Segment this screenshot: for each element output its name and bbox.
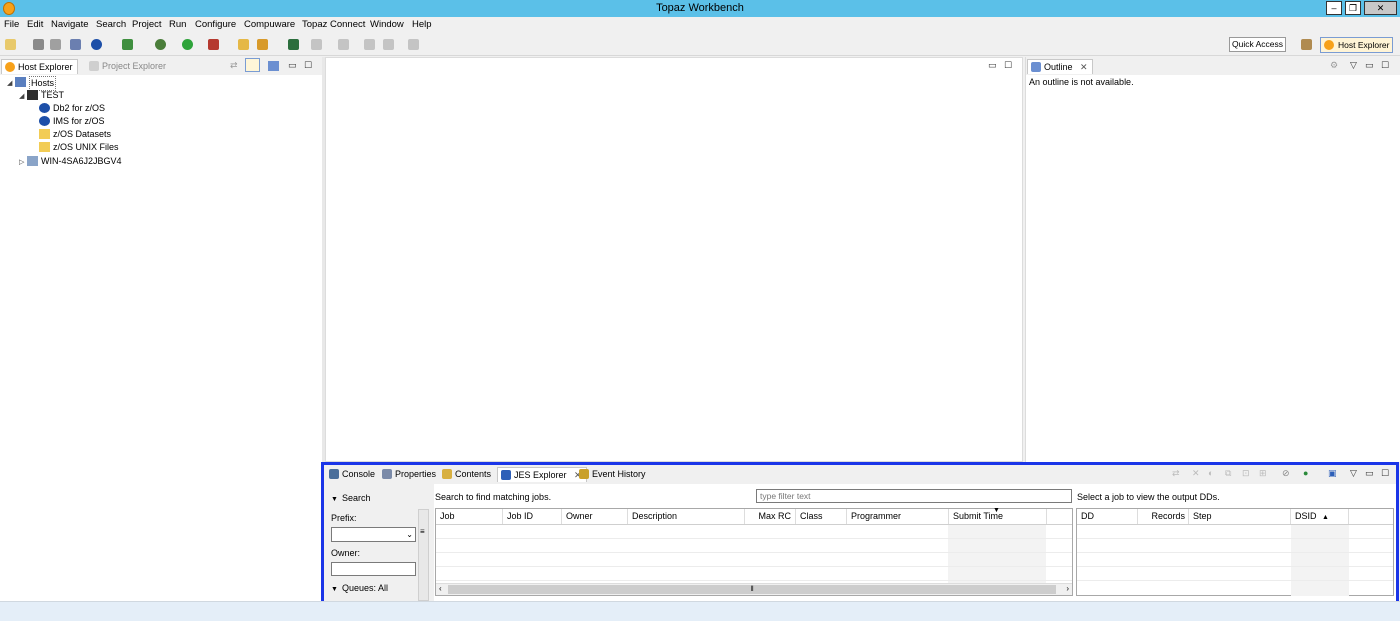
terminal-icon[interactable] bbox=[288, 39, 299, 50]
maximize-view-icon[interactable]: ☐ bbox=[1004, 60, 1012, 71]
status-bar bbox=[0, 601, 1400, 621]
ims-icon bbox=[39, 116, 50, 126]
new-icon[interactable] bbox=[5, 39, 16, 50]
folder-icon bbox=[39, 142, 50, 152]
close-button[interactable]: ✕ bbox=[1364, 1, 1397, 15]
hosts-icon bbox=[15, 77, 26, 87]
outline-tabs: Outline ✕ ⚙ ▽ ▭ ☐ bbox=[1026, 57, 1400, 75]
tab-project-explorer[interactable]: Project Explorer bbox=[86, 59, 170, 74]
next-annotation-icon[interactable] bbox=[311, 39, 322, 50]
outline-message: An outline is not available. bbox=[1029, 77, 1134, 87]
title-bar: Topaz Workbench – ❐ ✕ bbox=[0, 0, 1400, 17]
server-icon bbox=[27, 90, 38, 100]
menu-search[interactable]: Search bbox=[96, 19, 126, 30]
prev-annotation-icon[interactable] bbox=[338, 39, 349, 50]
menu-compuware[interactable]: Compuware bbox=[244, 19, 295, 30]
maximize-view-icon[interactable]: ☐ bbox=[1381, 60, 1389, 71]
menu-topaz-connect[interactable]: Topaz Connect bbox=[302, 19, 365, 30]
host-explorer-panel: Host Explorer Project Explorer ⇄ ▭ ☐ ◢ H… bbox=[0, 57, 322, 601]
view-menu-icon[interactable]: ▽ bbox=[1350, 60, 1357, 71]
back-icon[interactable] bbox=[383, 39, 394, 50]
external-tools-icon[interactable] bbox=[208, 39, 219, 50]
collapse-icon[interactable]: ◢ bbox=[19, 92, 24, 100]
lock-icon[interactable] bbox=[70, 39, 81, 50]
open-folder-icon[interactable] bbox=[238, 39, 249, 50]
edit-host-icon[interactable] bbox=[245, 58, 260, 72]
menu-window[interactable]: Window bbox=[370, 19, 404, 30]
pencil-icon[interactable] bbox=[257, 39, 268, 50]
menu-bar: File Edit Navigate Search Project Run Co… bbox=[0, 17, 1400, 33]
server-icon bbox=[27, 156, 38, 166]
host-explorer-icon bbox=[1324, 40, 1334, 50]
link-icon[interactable]: ⇄ bbox=[230, 60, 238, 71]
quick-access-field[interactable]: Quick Access bbox=[1229, 37, 1286, 52]
maximize-view-icon[interactable]: ☐ bbox=[304, 60, 312, 71]
host-explorer-icon bbox=[5, 62, 15, 72]
menu-file[interactable]: File bbox=[4, 19, 19, 30]
expand-icon[interactable]: ▷ bbox=[19, 158, 24, 166]
menu-edit[interactable]: Edit bbox=[27, 19, 43, 30]
view-menu-icon[interactable] bbox=[268, 61, 279, 71]
close-tab-icon[interactable]: ✕ bbox=[1080, 62, 1088, 72]
last-edit-icon[interactable] bbox=[364, 39, 375, 50]
outline-panel: Outline ✕ ⚙ ▽ ▭ ☐ An outline is not avai… bbox=[1025, 57, 1400, 462]
folder-icon bbox=[39, 129, 50, 139]
host-explorer-tabs: Host Explorer Project Explorer ⇄ ▭ ☐ bbox=[0, 57, 322, 75]
minimize-button[interactable]: – bbox=[1326, 1, 1342, 15]
tab-outline[interactable]: Outline ✕ bbox=[1027, 59, 1093, 74]
forward-icon[interactable] bbox=[408, 39, 419, 50]
project-explorer-icon bbox=[89, 61, 99, 71]
maximize-button[interactable]: ❐ bbox=[1345, 1, 1361, 15]
menu-run[interactable]: Run bbox=[169, 19, 186, 30]
tab-host-explorer[interactable]: Host Explorer bbox=[1, 59, 78, 74]
editor-area: ▭ ☐ bbox=[325, 57, 1023, 462]
open-perspective-icon[interactable] bbox=[1301, 39, 1312, 50]
minimize-view-icon[interactable]: ▭ bbox=[988, 60, 997, 71]
perspective-label: Host Explorer bbox=[1338, 40, 1390, 50]
minimize-view-icon[interactable]: ▭ bbox=[288, 60, 297, 71]
main-toolbar bbox=[0, 33, 1400, 56]
run-icon[interactable] bbox=[182, 39, 193, 50]
outline-icon bbox=[1031, 62, 1041, 72]
menu-configure[interactable]: Configure bbox=[195, 19, 236, 30]
package-icon[interactable] bbox=[122, 39, 133, 50]
db2-icon bbox=[39, 103, 50, 113]
highlight-frame bbox=[321, 462, 1399, 616]
menu-project[interactable]: Project bbox=[132, 19, 162, 30]
connect-icon[interactable] bbox=[91, 39, 102, 50]
save-all-icon[interactable] bbox=[50, 39, 61, 50]
save-icon[interactable] bbox=[33, 39, 44, 50]
menu-navigate[interactable]: Navigate bbox=[51, 19, 89, 30]
perspective-host-explorer-button[interactable]: Host Explorer bbox=[1320, 37, 1393, 53]
window-title: Topaz Workbench bbox=[656, 2, 744, 14]
minimize-view-icon[interactable]: ▭ bbox=[1365, 60, 1374, 71]
menu-help[interactable]: Help bbox=[412, 19, 432, 30]
debug-icon[interactable] bbox=[155, 39, 166, 50]
collapse-icon[interactable]: ◢ bbox=[7, 79, 12, 87]
toolbar-icon[interactable]: ⚙ bbox=[1330, 60, 1338, 71]
